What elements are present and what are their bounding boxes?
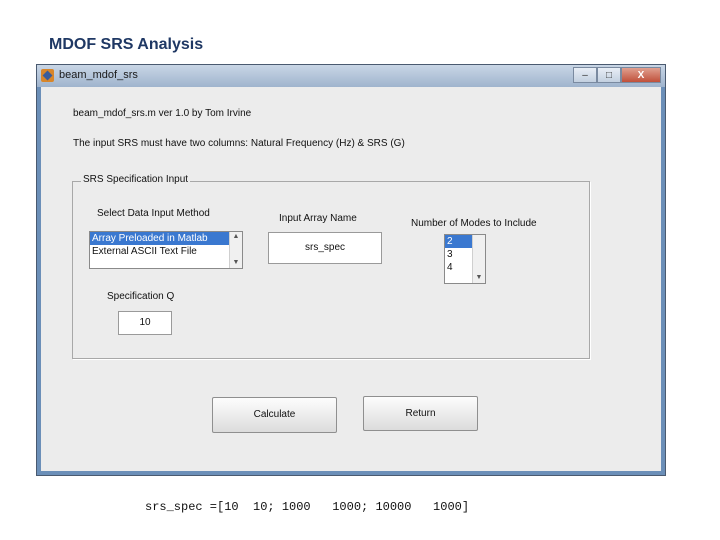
array-name-label: Input Array Name bbox=[279, 213, 357, 224]
close-button[interactable]: X bbox=[621, 67, 661, 83]
version-text: beam_mdof_srs.m ver 1.0 by Tom Irvine bbox=[73, 108, 252, 119]
groupbox-label: SRS Specification Input bbox=[81, 174, 191, 185]
list-item[interactable]: 2 bbox=[445, 235, 473, 248]
return-button[interactable]: Return bbox=[363, 396, 478, 431]
modes-listbox[interactable]: 2 3 4 ▼ bbox=[444, 234, 486, 284]
listbox-scrollbar[interactable]: ▲ ▼ bbox=[229, 232, 242, 268]
srs-spec-caption: srs_spec =[10 10; 1000 1000; 10000 1000] bbox=[145, 500, 470, 514]
calculate-button[interactable]: Calculate bbox=[212, 397, 337, 433]
array-name-input[interactable]: srs_spec bbox=[268, 232, 382, 264]
list-item[interactable]: Array Preloaded in Matlab bbox=[90, 232, 242, 245]
slide-title: MDOF SRS Analysis bbox=[49, 36, 204, 53]
minimize-button[interactable]: – bbox=[573, 67, 597, 83]
window-client-area: beam_mdof_srs.m ver 1.0 by Tom Irvine Th… bbox=[41, 87, 661, 471]
maximize-button[interactable]: □ bbox=[597, 67, 621, 83]
triangle-down-icon[interactable]: ▼ bbox=[230, 258, 242, 268]
listbox-scrollbar[interactable]: ▼ bbox=[472, 235, 485, 283]
title-bar[interactable]: beam_mdof_srs – □ X bbox=[37, 65, 665, 87]
window-controls: – □ X bbox=[573, 67, 661, 83]
input-method-label: Select Data Input Method bbox=[97, 208, 210, 219]
list-item[interactable]: External ASCII Text File bbox=[90, 245, 242, 258]
input-method-listbox[interactable]: Array Preloaded in Matlab External ASCII… bbox=[89, 231, 243, 269]
triangle-up-icon[interactable]: ▲ bbox=[230, 232, 242, 242]
matlab-icon bbox=[41, 69, 54, 82]
spec-q-input[interactable]: 10 bbox=[118, 311, 172, 335]
modes-label: Number of Modes to Include bbox=[411, 218, 537, 229]
app-window: beam_mdof_srs – □ X beam_mdof_srs.m ver … bbox=[36, 64, 666, 476]
triangle-down-icon[interactable]: ▼ bbox=[473, 273, 485, 283]
instruction-text: The input SRS must have two columns: Nat… bbox=[73, 138, 405, 149]
spec-q-label: Specification Q bbox=[107, 291, 175, 302]
window-title: beam_mdof_srs bbox=[59, 69, 138, 81]
